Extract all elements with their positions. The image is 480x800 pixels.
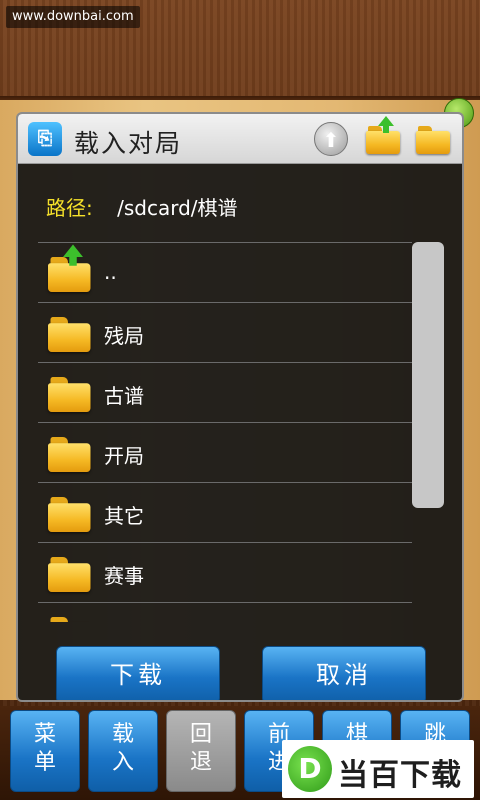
load-button[interactable]: 载 入 — [88, 710, 158, 792]
path-row: 路径: /sdcard/棋谱 — [46, 192, 238, 221]
cancel-button[interactable]: 取消 — [262, 646, 426, 700]
list-item[interactable]: 残局 — [38, 302, 412, 362]
folder-icon — [48, 317, 93, 352]
menu-button-line1: 菜 — [33, 722, 56, 747]
file-list[interactable]: .. 残局 古谱 开局 其它 赛事 — [38, 242, 412, 622]
load-button-line1: 载 — [111, 722, 134, 747]
folder-icon — [48, 437, 93, 472]
list-item[interactable]: 古谱 — [38, 362, 412, 422]
list-item[interactable]: .. — [38, 242, 412, 302]
list-item[interactable] — [38, 602, 412, 622]
folder-icon — [416, 126, 452, 154]
list-scrollbar[interactable] — [412, 242, 444, 508]
list-item-label: 古谱 — [104, 384, 144, 408]
menu-button[interactable]: 菜 单 — [10, 710, 80, 792]
path-label: 路径: — [46, 196, 93, 220]
path-value: /sdcard/棋谱 — [117, 196, 238, 220]
list-item-label: 赛事 — [104, 564, 144, 588]
download-button[interactable]: 下载 — [56, 646, 220, 700]
site-watermark: www.downbai.com — [6, 6, 140, 28]
load-game-icon: ⎘ — [28, 122, 62, 156]
undo-button-line1: 回 — [189, 722, 212, 747]
folder-up-icon — [366, 116, 402, 154]
load-button-line2: 入 — [111, 750, 134, 775]
open-folder-button[interactable] — [416, 122, 452, 156]
list-item-label: 开局 — [104, 444, 144, 468]
list-item[interactable]: 开局 — [38, 422, 412, 482]
folder-icon — [48, 617, 93, 622]
go-root-button[interactable]: ⬆ — [314, 122, 350, 156]
undo-button-line2: 退 — [189, 750, 212, 775]
dialog-header: ⎘ 载入对局 ⬆ — [18, 114, 462, 164]
folder-icon — [48, 497, 93, 532]
brand-text: 当百下载 — [338, 758, 462, 793]
dialog-title: 载入对局 — [74, 129, 183, 158]
menu-button-line2: 单 — [33, 750, 56, 775]
load-game-dialog: ⎘ 载入对局 ⬆ 路径: /sdcard/棋谱 .. 残局 古谱 开局 其它 赛… — [16, 112, 464, 702]
list-item-label: .. — [104, 260, 117, 284]
folder-icon — [48, 377, 93, 412]
list-item[interactable]: 赛事 — [38, 542, 412, 602]
undo-button[interactable]: 回 退 — [166, 710, 236, 792]
brand-logo-icon: D — [288, 746, 332, 792]
folder-icon — [48, 557, 93, 592]
list-item[interactable]: 其它 — [38, 482, 412, 542]
list-item-label: 其它 — [104, 504, 144, 528]
folder-up-icon — [48, 244, 93, 292]
parent-folder-button[interactable] — [366, 116, 402, 156]
up-arrow-icon: ⬆ — [314, 122, 348, 156]
brand-watermark: D 当百下载 — [282, 740, 474, 798]
list-item-label: 残局 — [104, 324, 144, 348]
